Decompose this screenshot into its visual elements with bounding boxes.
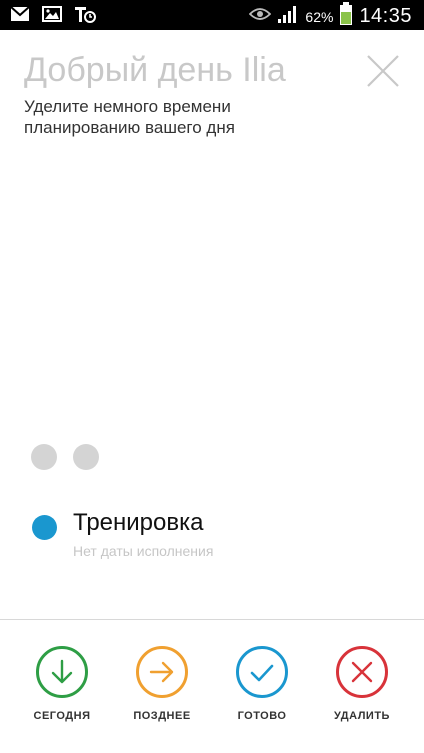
signal-icon [277, 4, 299, 29]
delete-button[interactable]: УДАЛИТЬ [322, 646, 402, 722]
page-indicator [31, 444, 99, 470]
later-button[interactable]: ПОЗДНЕЕ [122, 646, 202, 722]
done-circle [236, 646, 288, 698]
close-icon [367, 55, 399, 87]
battery-percent: 62% [305, 8, 334, 25]
delete-circle [336, 646, 388, 698]
delete-label: УДАЛИТЬ [334, 710, 390, 722]
task-color-dot [32, 515, 57, 540]
done-label: ГОТОВО [237, 710, 287, 722]
subtitle: Уделите немного времени планированию ваш… [24, 97, 235, 137]
today-label: СЕГОДНЯ [33, 710, 91, 722]
close-button[interactable] [366, 54, 400, 88]
later-circle [136, 646, 188, 698]
divider [0, 619, 424, 620]
close-x-icon [351, 661, 373, 683]
eye-icon [249, 7, 272, 26]
status-bar-system: 62% 14:35 [249, 2, 412, 31]
status-bar: 62% 14:35 [0, 0, 424, 30]
battery-icon [339, 2, 353, 31]
page-dot[interactable] [73, 444, 99, 470]
today-button[interactable]: СЕГОДНЯ [22, 646, 102, 722]
clock: 14:35 [359, 5, 412, 27]
image-icon [42, 6, 62, 27]
later-label: ПОЗДНЕЕ [133, 710, 191, 722]
task-due-date: Нет даты исполнения [73, 543, 214, 559]
page-dot[interactable] [31, 444, 57, 470]
t-app-icon [74, 5, 96, 28]
done-button[interactable]: ГОТОВО [222, 646, 302, 722]
mail-icon [10, 6, 30, 27]
screen: 62% 14:35 Добрый день Ilia Уделите немно… [0, 0, 424, 753]
greeting-title: Добрый день Ilia [24, 51, 286, 89]
today-circle [36, 646, 88, 698]
status-bar-notifications [10, 5, 96, 28]
arrow-right-icon [149, 661, 174, 683]
arrow-down-icon [51, 659, 73, 684]
check-icon [250, 664, 274, 682]
task-title[interactable]: Тренировка [73, 509, 204, 537]
